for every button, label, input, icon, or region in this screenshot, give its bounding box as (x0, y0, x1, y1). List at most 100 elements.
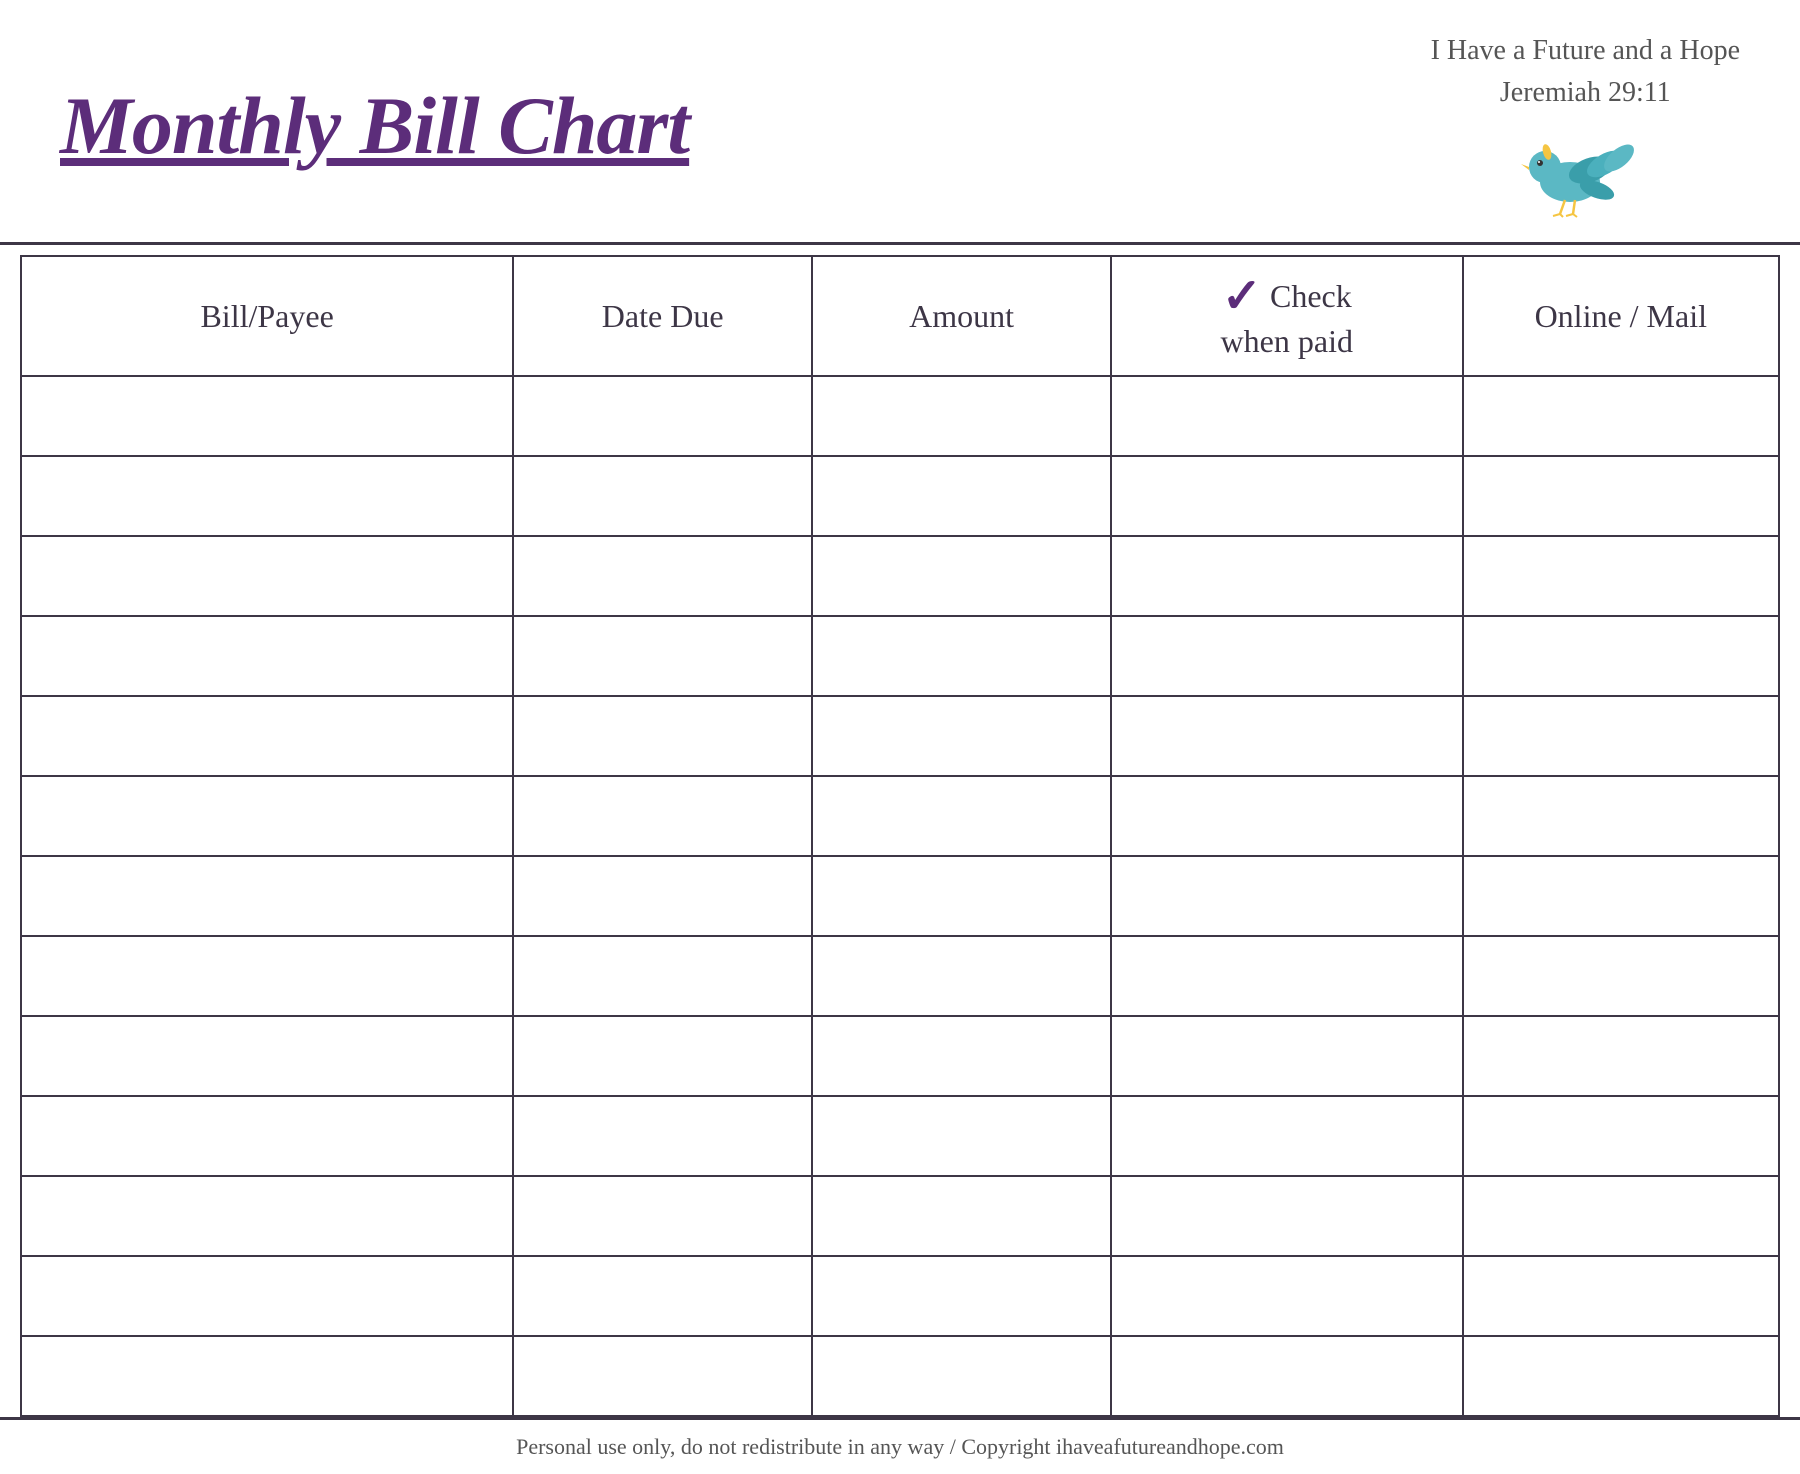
table-cell[interactable] (1111, 616, 1463, 696)
table-cell[interactable] (21, 1016, 513, 1096)
table-cell[interactable] (513, 1256, 812, 1336)
table-cell[interactable] (812, 456, 1111, 536)
title-block: Monthly Bill Chart (60, 85, 689, 167)
table-container: Bill/Payee Date Due Amount ✓ Check (0, 255, 1800, 1417)
table-cell[interactable] (513, 936, 812, 1016)
table-cell[interactable] (1111, 1256, 1463, 1336)
bird-icon (1515, 122, 1655, 222)
table-cell[interactable] (1463, 936, 1779, 1016)
table-row (21, 456, 1779, 536)
table-cell[interactable] (812, 1176, 1111, 1256)
table-cell[interactable] (21, 856, 513, 936)
scripture-block: I Have a Future and a Hope Jeremiah 29:1… (1431, 30, 1740, 114)
table-cell[interactable] (1463, 1336, 1779, 1416)
table-cell[interactable] (21, 376, 513, 456)
table-body (21, 376, 1779, 1416)
table-cell[interactable] (513, 456, 812, 536)
table-row (21, 936, 1779, 1016)
bill-chart-table: Bill/Payee Date Due Amount ✓ Check (20, 255, 1780, 1417)
table-cell[interactable] (1463, 856, 1779, 936)
table-cell[interactable] (513, 1096, 812, 1176)
table-cell[interactable] (513, 696, 812, 776)
table-cell[interactable] (21, 776, 513, 856)
table-row (21, 1016, 1779, 1096)
table-row (21, 1096, 1779, 1176)
table-cell[interactable] (812, 536, 1111, 616)
table-cell[interactable] (513, 856, 812, 936)
table-cell[interactable] (513, 776, 812, 856)
main-title: Monthly Bill Chart (60, 85, 689, 167)
table-cell[interactable] (812, 1256, 1111, 1336)
table-cell[interactable] (1463, 1256, 1779, 1336)
scripture-line1: I Have a Future and a Hope (1431, 30, 1740, 72)
table-cell[interactable] (1463, 696, 1779, 776)
col-header-bill: Bill/Payee (21, 256, 513, 376)
table-cell[interactable] (1111, 936, 1463, 1016)
table-cell[interactable] (21, 1336, 513, 1416)
table-row (21, 856, 1779, 936)
table-cell[interactable] (513, 1176, 812, 1256)
table-cell[interactable] (1463, 1096, 1779, 1176)
table-cell[interactable] (513, 616, 812, 696)
table-header-row: Bill/Payee Date Due Amount ✓ Check (21, 256, 1779, 376)
table-cell[interactable] (1463, 536, 1779, 616)
table-cell[interactable] (812, 936, 1111, 1016)
table-row (21, 776, 1779, 856)
check-word: Check (1270, 278, 1352, 315)
table-cell[interactable] (812, 776, 1111, 856)
col-header-check: ✓ Check when paid (1111, 256, 1463, 376)
table-cell[interactable] (812, 1096, 1111, 1176)
table-cell[interactable] (21, 456, 513, 536)
table-cell[interactable] (1111, 536, 1463, 616)
table-cell[interactable] (1111, 1016, 1463, 1096)
table-cell[interactable] (1111, 1096, 1463, 1176)
table-cell[interactable] (21, 696, 513, 776)
footer-text: Personal use only, do not redistribute i… (516, 1434, 1284, 1459)
table-cell[interactable] (1111, 1336, 1463, 1416)
table-cell[interactable] (812, 696, 1111, 776)
table-cell[interactable] (1463, 456, 1779, 536)
table-cell[interactable] (513, 1016, 812, 1096)
table-cell[interactable] (513, 1336, 812, 1416)
page-wrapper: Monthly Bill Chart I Have a Future and a… (0, 0, 1800, 1474)
table-cell[interactable] (1111, 456, 1463, 536)
check-subword: when paid (1221, 323, 1353, 360)
table-cell[interactable] (1111, 776, 1463, 856)
table-cell[interactable] (1111, 376, 1463, 456)
table-cell[interactable] (1111, 856, 1463, 936)
col-header-online: Online / Mail (1463, 256, 1779, 376)
table-cell[interactable] (1111, 696, 1463, 776)
table-row (21, 1336, 1779, 1416)
table-cell[interactable] (513, 376, 812, 456)
table-cell[interactable] (812, 1016, 1111, 1096)
table-cell[interactable] (1111, 1176, 1463, 1256)
col-header-date: Date Due (513, 256, 812, 376)
table-row (21, 616, 1779, 696)
table-cell[interactable] (513, 536, 812, 616)
col-header-amount: Amount (812, 256, 1111, 376)
table-cell[interactable] (812, 856, 1111, 936)
table-cell[interactable] (21, 1176, 513, 1256)
table-cell[interactable] (1463, 776, 1779, 856)
table-cell[interactable] (812, 376, 1111, 456)
table-cell[interactable] (1463, 616, 1779, 696)
table-cell[interactable] (21, 1256, 513, 1336)
table-row (21, 376, 1779, 456)
table-cell[interactable] (21, 1096, 513, 1176)
table-cell[interactable] (812, 1336, 1111, 1416)
table-row (21, 536, 1779, 616)
footer: Personal use only, do not redistribute i… (0, 1417, 1800, 1474)
header-right: I Have a Future and a Hope Jeremiah 29:1… (1431, 30, 1740, 222)
table-cell[interactable] (1463, 1016, 1779, 1096)
table-cell[interactable] (1463, 1176, 1779, 1256)
checkmark-symbol: ✓ (1222, 273, 1262, 321)
table-cell[interactable] (812, 616, 1111, 696)
table-cell[interactable] (21, 536, 513, 616)
table-row (21, 1176, 1779, 1256)
table-cell[interactable] (1463, 376, 1779, 456)
table-cell[interactable] (21, 616, 513, 696)
header: Monthly Bill Chart I Have a Future and a… (0, 0, 1800, 245)
table-cell[interactable] (21, 936, 513, 1016)
check-header-content: ✓ Check when paid (1112, 273, 1462, 360)
table-row (21, 696, 1779, 776)
